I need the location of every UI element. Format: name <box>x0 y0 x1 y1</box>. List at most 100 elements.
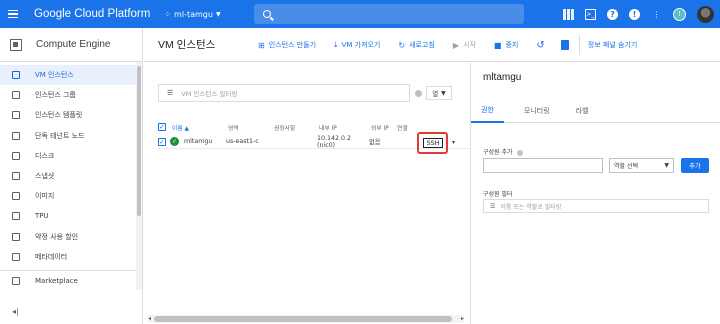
hide-info-panel-label: 정보 패널 숨기기 <box>587 41 638 49</box>
sidebar-item-9[interactable]: 메타데이터 <box>0 247 142 267</box>
col-recommendation[interactable]: 권장사항 <box>274 123 319 132</box>
more-vert-icon[interactable]: ⋮ <box>651 9 662 20</box>
help-icon[interactable]: ? <box>607 8 618 20</box>
sidebar-item-label: TPU <box>35 212 49 221</box>
sidebar-item-7[interactable]: TPU <box>0 206 142 226</box>
status-ok-icon: ✓ <box>170 137 179 146</box>
cloud-shell-icon[interactable]: >_ <box>585 8 596 20</box>
sidebar-item-label: 인스턴스 템플릿 <box>35 111 83 120</box>
tab-permissions[interactable]: 권한 <box>471 99 504 123</box>
account-badge[interactable]: ! <box>673 7 686 21</box>
sidebar-item-label: 단독 테넌트 노드 <box>35 131 85 140</box>
menu-icon[interactable] <box>0 0 26 28</box>
play-icon: ▶ <box>452 40 460 50</box>
instance-name[interactable]: mltamgu <box>184 138 226 145</box>
select-all-checkbox[interactable]: ✓ <box>158 123 166 131</box>
hide-info-panel-button[interactable]: 정보 패널 숨기기 <box>588 40 638 50</box>
role-select-label: 역할 선택 <box>614 163 638 170</box>
page-header: VM 인스턴스 ⊞ 인스턴스 만들기 ⤓ VM 가져오기 ↻ 새로고침 ▶ 시작… <box>144 28 720 62</box>
sidebar-item-4[interactable]: 디스크 <box>0 146 142 166</box>
filter-icon: ☰ <box>490 202 496 210</box>
template-icon <box>12 111 20 120</box>
action-bar: ⊞ 인스턴스 만들기 ⤓ VM 가져오기 ↻ 새로고침 ▶ 시작 ■ 중지 ↺ <box>258 28 637 62</box>
group-icon <box>12 91 20 100</box>
sidebar-item-0[interactable]: VM 인스턴스 <box>0 65 142 86</box>
refresh-icon: ↻ <box>398 40 406 50</box>
divider <box>578 35 580 55</box>
disk-icon <box>12 151 20 160</box>
tab-monitoring[interactable]: 모니터링 <box>514 99 560 123</box>
ssh-button[interactable]: SSH <box>423 138 443 148</box>
stop-icon: ■ <box>493 40 502 50</box>
chevron-down-icon: ▼ <box>664 162 669 169</box>
search-input[interactable] <box>254 4 524 24</box>
horizontal-scrollbar[interactable]: ◂ ▸ <box>148 315 464 323</box>
refresh-button[interactable]: ↻ 새로고침 <box>398 40 434 50</box>
sidebar-item-8[interactable]: 약정 사용 할인 <box>0 227 142 247</box>
members-filter-input[interactable]: ☰ 이름 또는 역할로 필터링 <box>483 199 709 213</box>
tab-labels[interactable]: 라벨 <box>566 99 599 123</box>
notifications-icon[interactable]: ! <box>629 8 640 20</box>
toolbar-icons: >_ ? ! ⋮ ! <box>563 0 714 28</box>
members-label: 구성원 필터 <box>483 191 513 198</box>
compute-engine-icon <box>10 38 22 51</box>
top-app-bar: Google Cloud Platform ⁘ ml-tamgu ▼ >_ ? … <box>0 0 720 28</box>
sidebar-item-2[interactable]: 인스턴스 템플릿 <box>0 105 142 125</box>
import-vm-button[interactable]: ⤓ VM 가져오기 <box>334 40 380 50</box>
sidebar-item-label: 이미지 <box>35 192 55 201</box>
columns-select[interactable]: 열 ▼ <box>426 86 452 100</box>
delete-icon[interactable] <box>560 40 569 50</box>
vm-icon <box>12 71 20 80</box>
instances-content: ☰ VM 인스턴스 필터링 열 ▼ ✓ 이름 ▲ 영역 권장사항 내부 IP 외… <box>144 63 470 324</box>
sidebar-item-3[interactable]: 단독 테넌트 노드 <box>0 126 142 146</box>
import-vm-label: VM 가져오기 <box>341 41 381 49</box>
refresh-label: 새로고침 <box>409 41 435 49</box>
instance-internal-ip: 10.142.0.2 (nic0) <box>317 134 352 149</box>
sidebar-item-label: 약정 사용 할인 <box>35 232 79 241</box>
chevron-down-icon: ▼ <box>441 89 446 97</box>
add-button[interactable]: 추가 <box>681 158 709 173</box>
add-member-label: 구성원 추가 <box>483 147 523 156</box>
panel-title: mltamgu <box>483 72 522 83</box>
col-connect[interactable]: 연결 <box>397 123 417 132</box>
col-name[interactable]: 이름 ▲ <box>172 123 228 132</box>
member-input[interactable] <box>483 158 603 173</box>
page-title: VM 인스턴스 <box>158 39 216 51</box>
scroll-right-icon[interactable]: ▸ <box>461 315 464 322</box>
filter-input[interactable]: ☰ VM 인스턴스 필터링 <box>158 84 410 102</box>
product-title: Compute Engine <box>36 39 111 50</box>
ssh-dropdown-icon[interactable]: ▾ <box>452 139 455 146</box>
create-instance-button[interactable]: ⊞ 인스턴스 만들기 <box>258 40 316 50</box>
add-box-icon: ⊞ <box>258 40 265 50</box>
cart-icon <box>12 276 20 285</box>
reset-icon[interactable]: ↺ <box>536 40 544 51</box>
image-icon <box>12 192 20 201</box>
stop-button[interactable]: ■ 중지 <box>494 40 518 50</box>
sidebar-item-marketplace[interactable]: Marketplace <box>0 270 136 290</box>
node-icon <box>12 131 20 140</box>
sidebar-item-5[interactable]: 스냅샷 <box>0 166 142 186</box>
start-label: 시작 <box>463 41 476 49</box>
col-zone[interactable]: 영역 <box>228 123 274 132</box>
sidebar-item-label: 인스턴스 그룹 <box>35 91 76 100</box>
avatar[interactable] <box>697 5 714 23</box>
create-instance-label: 인스턴스 만들기 <box>268 41 317 49</box>
role-select[interactable]: 역할 선택 ▼ <box>609 158 674 173</box>
start-button[interactable]: ▶ 시작 <box>453 40 476 50</box>
scroll-left-icon[interactable]: ◂ <box>148 315 151 322</box>
project-selector[interactable]: ⁘ ml-tamgu ▼ <box>164 10 220 19</box>
instance-zone: us-east1-c <box>226 138 259 145</box>
sidebar-item-1[interactable]: 인스턴스 그룹 <box>0 85 142 105</box>
gift-icon[interactable] <box>563 8 574 20</box>
collapse-nav-icon[interactable]: ◂| <box>12 307 19 316</box>
search-icon <box>263 10 271 18</box>
panel-tabs: 권한 모니터링 라벨 <box>471 99 720 123</box>
col-internal-ip[interactable]: 내부 IP <box>319 123 371 132</box>
sidebar-scrollbar[interactable] <box>136 62 142 290</box>
row-checkbox[interactable]: ✓ <box>158 137 166 146</box>
help-icon[interactable] <box>415 90 422 97</box>
brand-name[interactable]: Google Cloud Platform <box>34 8 150 20</box>
sidebar-item-6[interactable]: 이미지 <box>0 186 142 206</box>
sidebar-item-label: 스냅샷 <box>35 172 55 181</box>
col-external-ip[interactable]: 외부 IP <box>371 123 397 132</box>
